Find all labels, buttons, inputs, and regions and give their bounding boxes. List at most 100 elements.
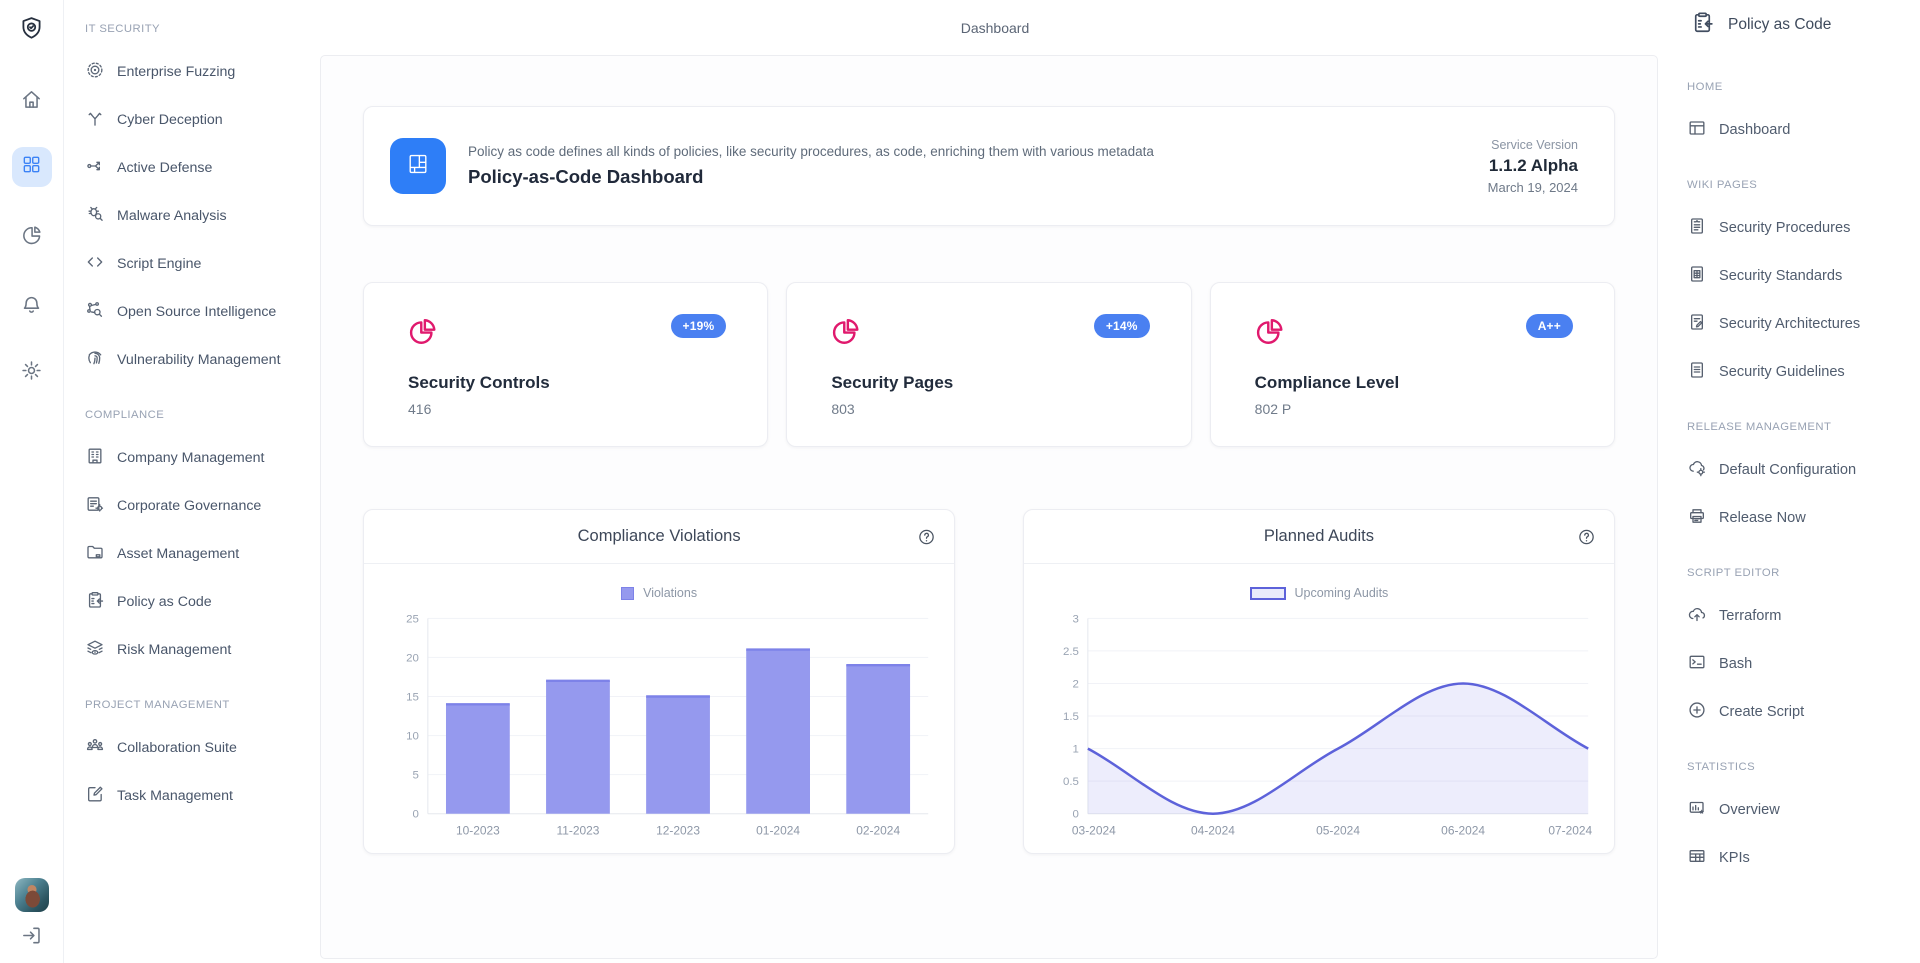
- pie-chart-icon: [20, 224, 43, 252]
- sidebar-item-risk-management[interactable]: Risk Management: [85, 626, 308, 674]
- rightnav-item-kpis[interactable]: KPIs: [1687, 834, 1912, 882]
- rail-home[interactable]: [20, 88, 43, 116]
- stat-badge: A++: [1526, 314, 1573, 338]
- stat-badge: +19%: [671, 314, 727, 338]
- svg-text:07-2024: 07-2024: [1548, 824, 1592, 838]
- svg-text:2: 2: [1072, 678, 1078, 690]
- sidebar-item-vulnerability-management[interactable]: Vulnerability Management: [85, 336, 308, 384]
- sidebar-item-open-source-intelligence[interactable]: Open Source Intelligence: [85, 288, 308, 336]
- stat-title: Security Pages: [831, 373, 1150, 393]
- rightnav-item-bash[interactable]: Bash: [1687, 640, 1912, 688]
- sidebar-item-enterprise-fuzzing[interactable]: Enterprise Fuzzing: [85, 48, 308, 96]
- rightnav-section-header: STATISTICS: [1687, 756, 1912, 778]
- svg-text:0: 0: [1072, 809, 1078, 821]
- intro-title: Policy-as-Code Dashboard: [468, 166, 1488, 188]
- left-sidebar: IT SECURITYEnterprise FuzzingCyber Decep…: [64, 0, 318, 963]
- doc-lines-icon: [1687, 216, 1707, 240]
- logout-icon: [20, 924, 43, 952]
- rightnav-item-terraform[interactable]: Terraform: [1687, 592, 1912, 640]
- rightnav-item-dashboard[interactable]: Dashboard: [1687, 106, 1912, 154]
- area-chart: 00.511.522.5303-202404-202405-202406-202…: [1044, 606, 1594, 844]
- svg-text:05-2024: 05-2024: [1316, 824, 1360, 838]
- sidebar-item-task-management[interactable]: Task Management: [85, 772, 308, 820]
- sidebar-item-asset-management[interactable]: Asset Management: [85, 530, 308, 578]
- stat-title: Security Controls: [408, 373, 727, 393]
- sidebar-item-malware-analysis[interactable]: Malware Analysis: [85, 192, 308, 240]
- chart-body: Violations 051015202510-202311-202312-20…: [364, 564, 954, 844]
- rightnav-item-create-script[interactable]: Create Script: [1687, 688, 1912, 736]
- network-search-icon: [85, 300, 105, 324]
- pie-pink-icon: [1255, 334, 1285, 351]
- rightnav-item-release-now[interactable]: Release Now: [1687, 494, 1912, 542]
- legend-swatch: [621, 587, 634, 600]
- shield-logo-icon: [18, 15, 45, 47]
- legend-swatch: [1250, 587, 1286, 600]
- terminal-icon: [1687, 652, 1707, 676]
- rightnav-section-header: SCRIPT EDITOR: [1687, 562, 1912, 584]
- rightnav-item-overview[interactable]: Overview: [1687, 786, 1912, 834]
- table-icon: [1687, 846, 1707, 870]
- intro-text: Policy as code defines all kinds of poli…: [468, 144, 1488, 188]
- rightnav-item-security-guidelines[interactable]: Security Guidelines: [1687, 348, 1912, 396]
- stat-card-compliance-level: A++Compliance Level802 P: [1210, 282, 1615, 447]
- sidebar-item-cyber-deception[interactable]: Cyber Deception: [85, 96, 308, 144]
- chart-title: Planned Audits: [1264, 527, 1374, 546]
- sidebar-item-script-engine[interactable]: Script Engine: [85, 240, 308, 288]
- app-root: IT SECURITYEnterprise FuzzingCyber Decep…: [0, 0, 1920, 963]
- rightnav-section-header: WIKI PAGES: [1687, 174, 1912, 196]
- service-version-date: March 19, 2024: [1488, 180, 1578, 195]
- charts-row: Compliance Violations Violations 0510152…: [363, 509, 1615, 854]
- rail-logo[interactable]: [18, 15, 45, 47]
- stat-card-security-pages: +14%Security Pages803: [786, 282, 1191, 447]
- plus-circle-icon: [1687, 700, 1707, 724]
- rightnav-item-security-procedures[interactable]: Security Procedures: [1687, 204, 1912, 252]
- doc-grid-icon: [1687, 264, 1707, 288]
- bug-search-icon: [85, 204, 105, 228]
- gear-icon: [20, 359, 43, 387]
- svg-text:2.5: 2.5: [1063, 646, 1079, 658]
- clipboard-arrow-icon: [85, 590, 105, 614]
- rail-analytics[interactable]: [20, 224, 43, 252]
- help-icon[interactable]: [917, 527, 936, 546]
- user-avatar[interactable]: [15, 878, 49, 912]
- rail-notifications[interactable]: [20, 294, 43, 322]
- compliance-violations-chart-card: Compliance Violations Violations 0510152…: [363, 509, 955, 854]
- service-version-block: Service Version 1.1.2 Alpha March 19, 20…: [1488, 138, 1578, 195]
- home-icon: [20, 88, 43, 116]
- stat-value: 803: [831, 401, 1150, 417]
- rail-dashboard[interactable]: [12, 147, 52, 187]
- sidebar-item-corporate-governance[interactable]: Corporate Governance: [85, 482, 308, 530]
- rail-settings[interactable]: [20, 359, 43, 387]
- sidebar-item-company-management[interactable]: Company Management: [85, 434, 308, 482]
- sidebar-item-collaboration-suite[interactable]: Collaboration Suite: [85, 724, 308, 772]
- svg-text:01-2024: 01-2024: [756, 824, 800, 838]
- pie-pink-icon: [831, 334, 861, 351]
- rightnav-item-security-architectures[interactable]: Security Architectures: [1687, 300, 1912, 348]
- rightnav-item-default-configuration[interactable]: Default Configuration: [1687, 446, 1912, 494]
- dashboard-layout-icon: [399, 145, 437, 188]
- svg-text:20: 20: [406, 652, 419, 664]
- people-icon: [85, 736, 105, 760]
- help-icon[interactable]: [1577, 527, 1596, 546]
- stat-title: Compliance Level: [1255, 373, 1574, 393]
- svg-text:12-2023: 12-2023: [656, 824, 700, 838]
- rightnav-section-header: RELEASE MANAGEMENT: [1687, 416, 1912, 438]
- sidebar-item-active-defense[interactable]: Active Defense: [85, 144, 308, 192]
- icon-rail: [0, 0, 64, 963]
- svg-text:1.5: 1.5: [1063, 711, 1079, 723]
- doc-icon: [1687, 360, 1707, 384]
- edit-square-icon: [85, 784, 105, 808]
- stat-value: 416: [408, 401, 727, 417]
- sidebar-item-policy-as-code[interactable]: Policy as Code: [85, 578, 308, 626]
- svg-text:15: 15: [406, 691, 419, 703]
- rightnav-item-security-standards[interactable]: Security Standards: [1687, 252, 1912, 300]
- app-badge: [390, 138, 446, 194]
- main-area: Dashboard Policy as code defines all kin…: [318, 0, 1672, 963]
- chart-title: Compliance Violations: [578, 527, 741, 546]
- chart-header: Planned Audits: [1024, 510, 1614, 564]
- branch-icon: [85, 108, 105, 132]
- svg-text:03-2024: 03-2024: [1072, 824, 1116, 838]
- cloud-upload-icon: [1687, 604, 1707, 628]
- rail-logout[interactable]: [20, 924, 43, 952]
- fingerprint-icon: [85, 348, 105, 372]
